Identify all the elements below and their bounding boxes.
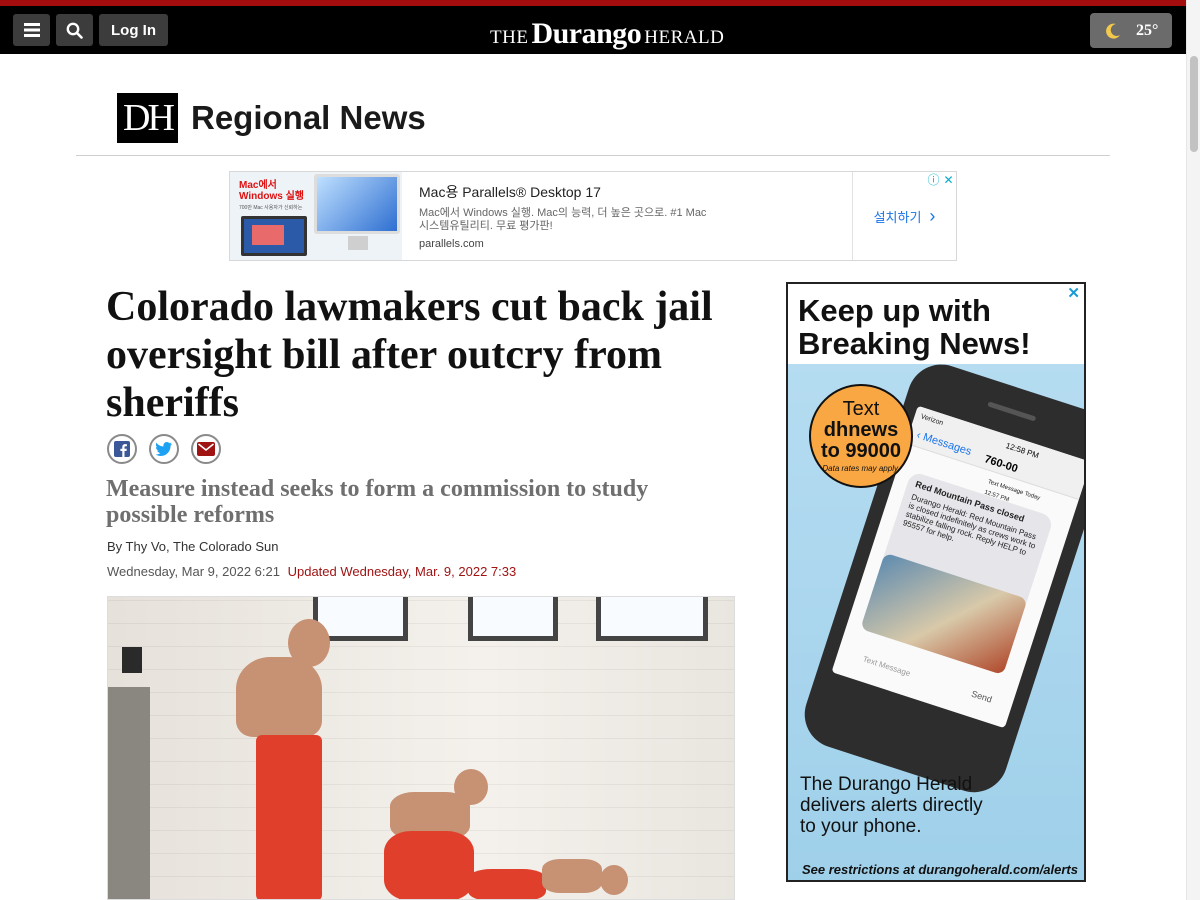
photo-figure <box>284 735 322 899</box>
article-dateline: Wednesday, Mar 9, 2022 6:21 Updated Wedn… <box>107 564 516 579</box>
email-icon <box>197 442 215 456</box>
ad-footer-text: The Durango Herald delivers alerts direc… <box>800 774 983 837</box>
photo-figure <box>542 859 602 893</box>
banner-ad[interactable]: Mac에서 Windows 실행 700만 Mac 사용자가 신뢰하는 Mac용 … <box>229 171 957 261</box>
badge-line-3: to 99000 <box>820 440 902 462</box>
published-date: Wednesday, Mar 9, 2022 6:21 <box>107 564 280 579</box>
page-scrollbar[interactable] <box>1186 0 1200 900</box>
text-to-subscribe-badge: Text dhnews to 99000 Data rates may appl… <box>809 384 913 488</box>
ad-headline: Keep up with Breaking News! <box>798 293 1031 361</box>
scrollbar-thumb[interactable] <box>1190 56 1198 152</box>
section-divider <box>76 155 1110 156</box>
badge-note: Data rates may apply. <box>822 464 900 473</box>
twitter-share-button[interactable] <box>149 434 179 464</box>
facebook-icon <box>114 441 130 457</box>
email-share-button[interactable] <box>191 434 221 464</box>
ad-text-block[interactable]: Mac용 Parallels® Desktop 17 Mac에서 Windows… <box>419 182 839 250</box>
phone-speaker <box>987 401 1037 422</box>
login-button[interactable]: Log In <box>99 14 168 46</box>
ad-cta-label: 설치하기 <box>873 209 922 225</box>
facebook-share-button[interactable] <box>107 434 137 464</box>
logo-prefix: THE <box>490 27 529 48</box>
monitor-image <box>314 174 400 234</box>
photo-window <box>596 597 708 641</box>
menu-button[interactable] <box>13 14 50 46</box>
badge-line-2: dhnews <box>823 419 899 441</box>
adchoices-info-icon[interactable]: ⓘ <box>926 172 941 187</box>
search-button[interactable] <box>56 14 93 46</box>
photo-window <box>468 597 558 641</box>
photo-figure <box>236 657 322 737</box>
top-navigation-bar: Log In THE Durango HERALD 25° <box>0 0 1186 54</box>
laptop-image <box>241 216 307 256</box>
ad-url[interactable]: parallels.com <box>419 238 839 250</box>
ad-close-icon[interactable]: ✕ <box>941 172 956 187</box>
ad-thumb-text: Mac에서 Windows 실행 <box>239 180 304 202</box>
logo-main: Durango <box>531 17 642 50</box>
photo-exit-sign <box>122 647 142 673</box>
article-headline: Colorado lawmakers cut back jail oversig… <box>106 284 713 426</box>
moon-icon <box>1106 23 1120 39</box>
chevron-right-icon: › <box>929 205 936 226</box>
ad-description: Mac에서 Windows 실행. Mac의 능력, 더 높은 곳으로. #1 … <box>419 207 707 232</box>
ad-restrictions[interactable]: See restrictions at durangoherald.com/al… <box>802 862 1078 877</box>
twitter-icon <box>156 442 172 456</box>
badge-line-1: Text <box>842 398 880 420</box>
ad-thumb-small-text: 700만 Mac 사용자가 신뢰하는 <box>239 205 303 211</box>
monitor-stand <box>348 236 368 250</box>
photo-figure <box>468 869 546 899</box>
updated-date: Updated Wednesday, Mar. 9, 2022 7:33 <box>287 564 517 579</box>
article-lead-photo[interactable] <box>107 596 735 900</box>
hamburger-icon <box>23 23 40 37</box>
ad-title[interactable]: Mac용 Parallels® Desktop 17 <box>419 182 839 202</box>
phone-send-label: Send <box>970 688 994 705</box>
article-byline: By Thy Vo, The Colorado Sun <box>107 539 279 554</box>
weather-temperature: 25° <box>1136 21 1159 39</box>
section-header: DH Regional News <box>117 93 426 143</box>
ad-controls: ⓘ ✕ <box>926 172 956 187</box>
article-subheadline: Measure instead seeks to form a commissi… <box>106 476 649 528</box>
phone-input-placeholder: Text Message <box>861 654 912 679</box>
ad-thumbnail[interactable]: Mac에서 Windows 실행 700만 Mac 사용자가 신뢰하는 <box>230 172 402 260</box>
sidebar-ad-breaking-news[interactable]: ✕ Keep up with Breaking News! Verizon 12… <box>786 282 1086 882</box>
logo-suffix: HERALD <box>644 27 725 48</box>
weather-widget[interactable]: 25° <box>1090 13 1172 48</box>
photo-figure <box>384 831 474 899</box>
share-buttons <box>107 434 233 464</box>
photo-figure <box>600 865 628 895</box>
section-title[interactable]: Regional News <box>191 99 426 137</box>
photo-door <box>108 687 150 899</box>
dh-badge-logo[interactable]: DH <box>117 93 178 143</box>
search-icon <box>66 22 83 39</box>
site-logo[interactable]: THE Durango HERALD <box>490 16 724 50</box>
